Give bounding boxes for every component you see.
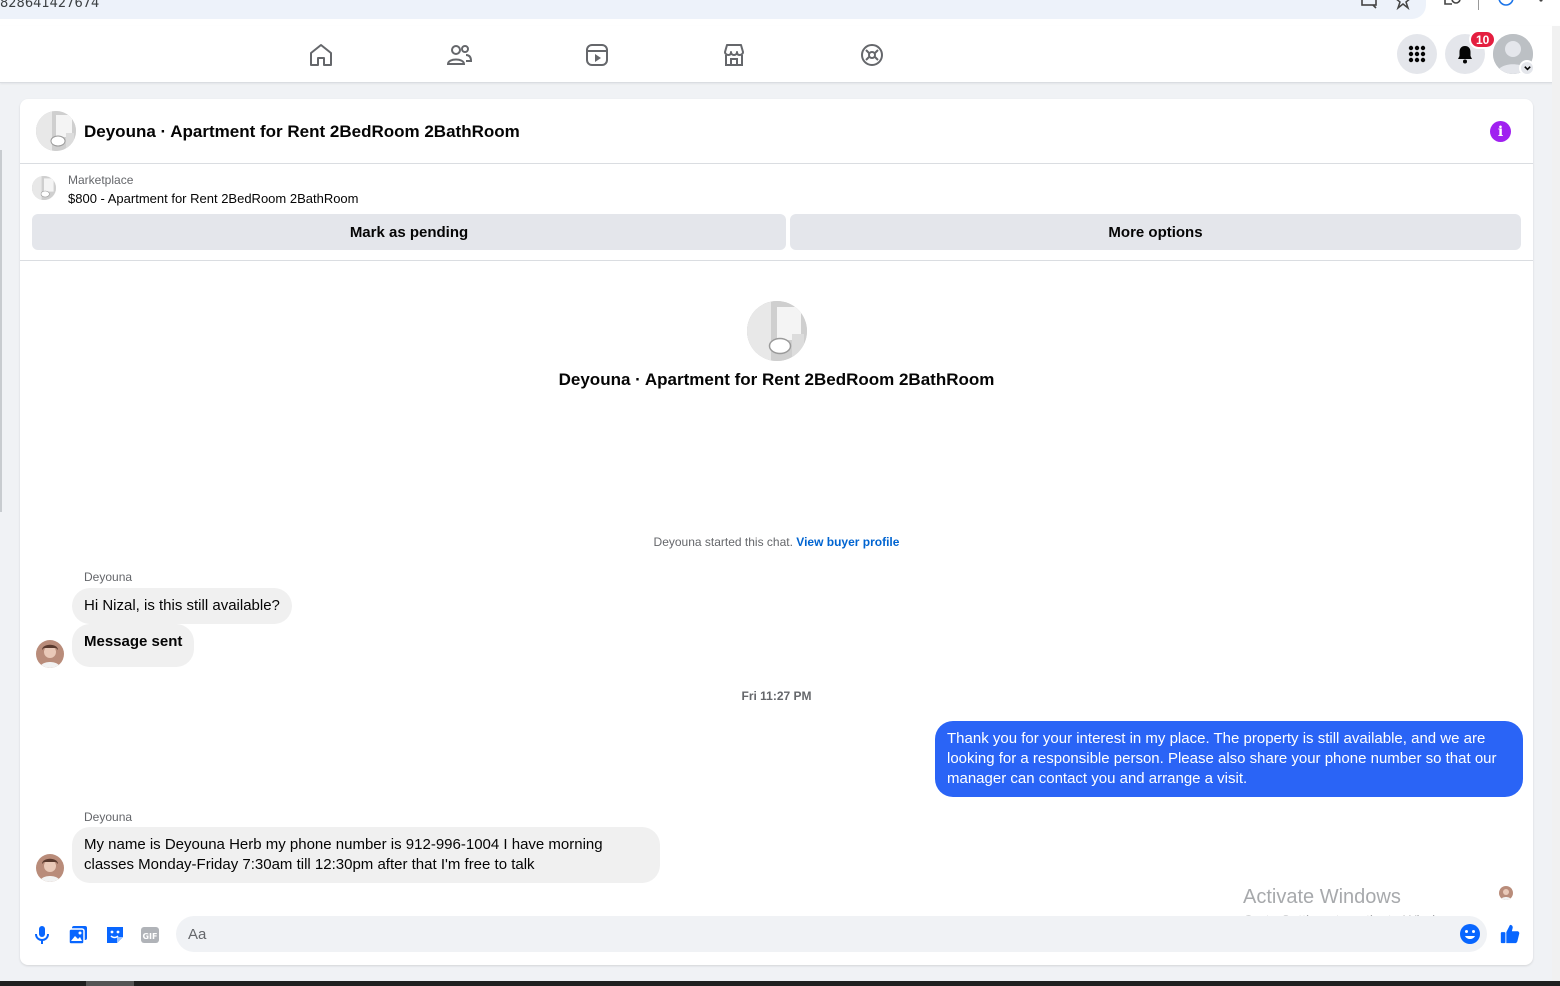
activate-windows-title: Activate Windows [1243,886,1401,908]
chat-intro-title: Deyouna · Apartment for Rent 2BedRoom 2B… [558,370,995,389]
info-icon[interactable]: i [1490,121,1511,142]
user-photo-icon [36,854,64,882]
more-options-button[interactable]: More options [790,214,1521,250]
chat-started-text: Deyouna started this chat. [653,535,793,549]
sender-name: Deyouna [84,570,133,584]
friends-icon[interactable] [445,41,473,69]
bookmark-star-icon[interactable] [1394,0,1412,12]
microphone-icon[interactable] [31,924,53,946]
marketplace-listing-thumbnail[interactable] [32,176,56,200]
incoming-message[interactable]: Hi Nizal, is this still available? [72,588,292,624]
sender-avatar[interactable] [36,854,64,882]
facebook-top-bar: 10 [0,26,1560,83]
profile-icon[interactable] [1497,0,1515,12]
chat-panel: Deyouna · Apartment for Rent 2BedRoom 2B… [20,99,1533,965]
message-composer [176,916,1487,952]
thumbs-up-icon[interactable] [1499,923,1523,947]
home-icon[interactable] [307,41,335,69]
bathroom-photo-icon [747,301,807,361]
sender-avatar[interactable] [36,640,64,668]
notification-badge: 10 [1469,30,1497,49]
gif-label: GIF [142,932,157,941]
listing-title[interactable]: $800 - Apartment for Rent 2BedRoom 2Bath… [68,191,359,206]
emoji-icon[interactable] [1459,923,1481,945]
taskbar-active-app[interactable] [86,981,134,986]
timestamp-separator: Fri 11:27 PM [741,689,812,703]
windows-taskbar [0,981,1560,986]
bathroom-photo-icon [32,176,56,200]
sender-name: Deyouna [84,810,133,824]
menu-grid-button[interactable] [1397,34,1437,74]
address-url: 828641427674 [0,0,100,11]
chat-started-notice: Deyouna started this chat. View buyer pr… [20,535,1533,549]
user-photo-icon [1499,886,1513,900]
chat-title[interactable]: Deyouna · Apartment for Rent 2BedRoom 2B… [84,122,520,142]
message-input[interactable] [176,916,1436,952]
gif-icon[interactable]: GIF [139,924,161,946]
gaming-icon[interactable] [858,41,886,69]
seen-receipt-avatar [1499,886,1513,900]
browser-address-strip: 828641427674 [0,0,1560,26]
left-edge-divider [0,150,2,512]
incoming-message[interactable]: Message sent [72,624,195,667]
bathroom-photo-icon [36,111,76,151]
view-buyer-profile-link[interactable]: View buyer profile [796,535,899,549]
marketplace-label: Marketplace [68,173,134,187]
grid-icon [1408,45,1426,63]
lens-search-icon[interactable] [1443,0,1461,12]
outgoing-message[interactable]: Thank you for your interest in my place.… [935,721,1523,797]
page-scrollbar[interactable] [1552,26,1560,986]
incoming-message[interactable]: My name is Deyouna Herb my phone number … [72,827,660,883]
toolbar-separator [1478,0,1479,10]
chat-intro-thumbnail[interactable] [747,301,807,361]
user-photo-icon [36,640,64,668]
sticker-icon[interactable] [104,924,126,946]
section-divider [20,260,1533,261]
video-reels-icon[interactable] [583,41,611,69]
chevron-down-icon[interactable] [1519,60,1535,76]
marketplace-icon[interactable] [720,41,748,69]
listing-thumbnail[interactable] [36,111,76,151]
cast-icon[interactable] [1360,0,1378,12]
chat-header: Deyouna · Apartment for Rent 2BedRoom 2B… [20,99,1533,164]
mark-as-pending-button[interactable]: Mark as pending [32,214,786,250]
address-bar[interactable]: 828641427674 [0,0,1426,19]
photo-attach-icon[interactable] [67,924,89,946]
browser-menu-icon[interactable] [1536,0,1554,12]
